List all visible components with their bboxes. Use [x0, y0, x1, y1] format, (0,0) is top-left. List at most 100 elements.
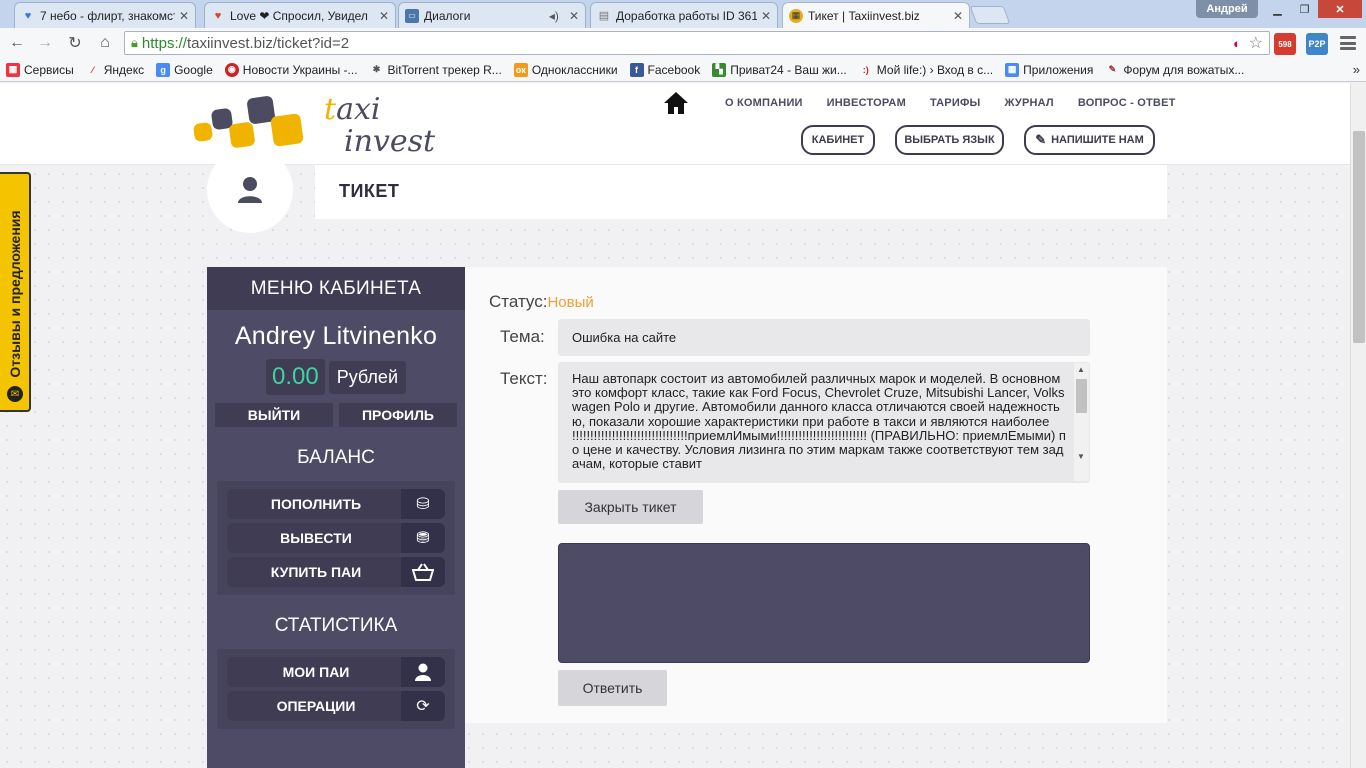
- operations-button[interactable]: ОПЕРАЦИИ ⟳: [227, 691, 445, 721]
- heart-icon: ♥: [214, 9, 222, 22]
- nav-investors[interactable]: ИНВЕСТОРАМ: [827, 97, 906, 109]
- browser-tab-1[interactable]: ♥ 7 небо - флирт, знакомст ✕: [14, 2, 196, 28]
- bookmark-yandex[interactable]: ⁄ Яндекс: [86, 63, 144, 77]
- withdraw-button[interactable]: ВЫВЕСТИ ⛃: [227, 523, 445, 553]
- window-close-button[interactable]: ✕: [1318, 0, 1362, 18]
- maximize-button[interactable]: ❐: [1291, 0, 1318, 18]
- bookmark-news-ukraine[interactable]: ◉ Новости Украины -...: [224, 62, 358, 77]
- scroll-up-icon[interactable]: ▲: [1077, 365, 1085, 374]
- browser-toolbar: ← → ↻ ⌂ 🔒︎ https://taxiinvest.biz/ticket…: [0, 28, 1366, 58]
- nav-about[interactable]: О КОМПАНИИ: [725, 97, 803, 109]
- text-scrollbar[interactable]: ▲ ▼: [1074, 363, 1089, 481]
- ticket-status: Статус:Новый: [489, 292, 594, 311]
- apps-grid-icon: ▦: [1005, 62, 1020, 77]
- logo-square: [228, 121, 256, 149]
- close-tab-icon[interactable]: ✕: [761, 9, 771, 23]
- balance-section-title: БАЛАНС: [297, 447, 375, 468]
- bookmarks-overflow-button[interactable]: »: [1353, 62, 1360, 77]
- browser-tab-2[interactable]: ♥ Love ❤ Спросил, Увидел ✕: [204, 2, 396, 28]
- bookmark-facebook[interactable]: f Facebook: [629, 62, 700, 77]
- close-tab-icon[interactable]: ✕: [953, 9, 963, 23]
- logout-button[interactable]: ВЫЙТИ: [215, 403, 333, 427]
- nav-tariffs[interactable]: ТАРИФЫ: [930, 97, 981, 109]
- pencil-icon: ✎: [1035, 132, 1047, 147]
- logo-square: [270, 113, 304, 147]
- refresh-icon: ⟳: [401, 691, 445, 721]
- yandex-icon: ⁄: [91, 64, 94, 75]
- bookmark-star-icon[interactable]: ☆: [1249, 33, 1263, 53]
- google-icon: g: [156, 62, 171, 77]
- buy-shares-button[interactable]: КУПИТЬ ПАИ: [227, 557, 445, 587]
- bookmark-privat24[interactable]: ▚ Приват24 - Ваш жи...: [712, 62, 847, 77]
- site-header: taxi invest О КОМПАНИИ ИНВЕСТОРАМ ТАРИФЫ…: [0, 83, 1350, 165]
- speaker-icon: ◂): [548, 8, 559, 23]
- browser-tab-3[interactable]: ▭ Диалоги ◂) ✕: [398, 2, 586, 28]
- bookmark-odnoklassniki[interactable]: ок Одноклассники: [513, 62, 618, 77]
- cabinet-sidebar: МЕНЮ КАБИНЕТА Andrey Litvinenko 0.00 Руб…: [207, 267, 465, 768]
- page-scroll-thumb[interactable]: [1353, 131, 1365, 343]
- reply-textarea[interactable]: [558, 543, 1090, 663]
- page-viewport: taxi invest О КОМПАНИИ ИНВЕСТОРАМ ТАРИФЫ…: [0, 83, 1350, 768]
- browser-tab-4[interactable]: ▤ Доработка работы ID 361 ✕: [590, 2, 778, 28]
- user-name: Andrey Litvinenko: [234, 322, 438, 350]
- home-icon[interactable]: [663, 91, 689, 115]
- ticket-text-area[interactable]: Наш автопарк состоит из автомобилей разл…: [558, 362, 1090, 483]
- my-shares-button[interactable]: МОИ ПАИ: [227, 657, 445, 687]
- torrent-icon: ✱: [372, 64, 381, 74]
- bookmark-apps[interactable]: ▦ Приложения: [1005, 62, 1093, 77]
- reply-button[interactable]: Ответить: [558, 670, 667, 706]
- taxiinvest-logo[interactable]: taxi invest: [192, 95, 444, 157]
- back-button[interactable]: ←: [6, 33, 28, 53]
- browser-menu-icon[interactable]: [1340, 36, 1356, 50]
- cookie-block-icon[interactable]: ◐: [1233, 36, 1241, 51]
- bookmark-google[interactable]: g Google: [156, 62, 213, 77]
- home-button[interactable]: ⌂: [94, 33, 116, 53]
- choose-language-button[interactable]: ВЫБРАТЬ ЯЗЫК: [895, 125, 1004, 155]
- bookmark-bittorrent[interactable]: ✱ BitTorrent трекер R...: [370, 63, 502, 77]
- page-scrollbar[interactable]: [1350, 83, 1366, 768]
- sidebar-title: МЕНЮ КАБИНЕТА: [207, 267, 465, 310]
- bookmarks-bar: ▦ Сервисы ⁄ Яндекс g Google ◉ Новости Украин…: [0, 58, 1366, 82]
- subject-field: Ошибка на сайте: [558, 319, 1090, 356]
- close-tab-icon[interactable]: ✕: [569, 9, 579, 23]
- browser-user-badge[interactable]: Андрей: [1196, 0, 1258, 18]
- browser-titlebar: ♥ 7 небо - флирт, знакомст ✕ ♥ Love ❤ Сп…: [0, 0, 1366, 28]
- browser-tab-5-active[interactable]: ▦ Тикет | Taxiinvest.biz ✕: [782, 2, 970, 28]
- bookmark-forum[interactable]: ✎ Форум для вожатых...: [1105, 63, 1245, 77]
- bookmark-services[interactable]: ▦ Сервисы: [6, 62, 74, 77]
- nav-journal[interactable]: ЖУРНАЛ: [1005, 97, 1054, 109]
- p2p-extension-icon[interactable]: P2P: [1306, 33, 1328, 55]
- deposit-coins-icon: ⛁: [401, 489, 445, 519]
- feedback-tab[interactable]: Отзывы и предложения ✉: [0, 172, 31, 412]
- close-tab-icon[interactable]: ✕: [179, 9, 189, 23]
- page-title: ТИКЕТ: [339, 181, 400, 201]
- scroll-thumb[interactable]: [1076, 379, 1087, 413]
- close-tab-icon[interactable]: ✕: [379, 9, 389, 23]
- address-bar[interactable]: 🔒︎ https://taxiinvest.biz/ticket?id=2 ◐ …: [124, 31, 1270, 55]
- minimize-button[interactable]: ▁: [1264, 0, 1291, 18]
- privat24-icon: ▚: [712, 62, 727, 77]
- cabinet-button[interactable]: КАБИНЕТ: [801, 125, 875, 155]
- deposit-button[interactable]: ПОПОЛНИТЬ ⛁: [227, 489, 445, 519]
- apps-grid-icon: ▦: [6, 62, 20, 77]
- forward-button[interactable]: →: [34, 33, 56, 53]
- bookmark-mylife[interactable]: :) Мой life:) › Вход в с...: [859, 63, 993, 77]
- news-icon: ◉: [224, 62, 239, 77]
- scroll-down-icon[interactable]: ▼: [1077, 452, 1085, 461]
- new-tab-button[interactable]: [969, 6, 1011, 24]
- reload-button[interactable]: ↻: [64, 33, 86, 53]
- withdraw-coins-icon: ⛃: [401, 523, 445, 553]
- user-avatar-icon: [238, 177, 262, 203]
- lock-icon: 🔒︎: [131, 35, 138, 50]
- nav-faq[interactable]: ВОПРОС - ОТВЕТ: [1078, 97, 1176, 109]
- write-us-button[interactable]: ✎ НАПИШИТЕ НАМ: [1024, 125, 1155, 155]
- subject-label: Тема:: [500, 327, 545, 346]
- balance-currency: Рублей: [328, 360, 406, 394]
- life-icon: :): [862, 64, 869, 75]
- mail-extension-icon[interactable]: 598: [1274, 33, 1296, 55]
- close-ticket-button[interactable]: Закрыть тикет: [558, 490, 703, 524]
- heart-shield-icon: ♥: [24, 9, 32, 22]
- user-svg: [415, 663, 431, 681]
- ticket-panel: Статус:Новый Тема: Ошибка на сайте Текст…: [465, 267, 1167, 723]
- profile-button[interactable]: ПРОФИЛЬ: [339, 403, 457, 427]
